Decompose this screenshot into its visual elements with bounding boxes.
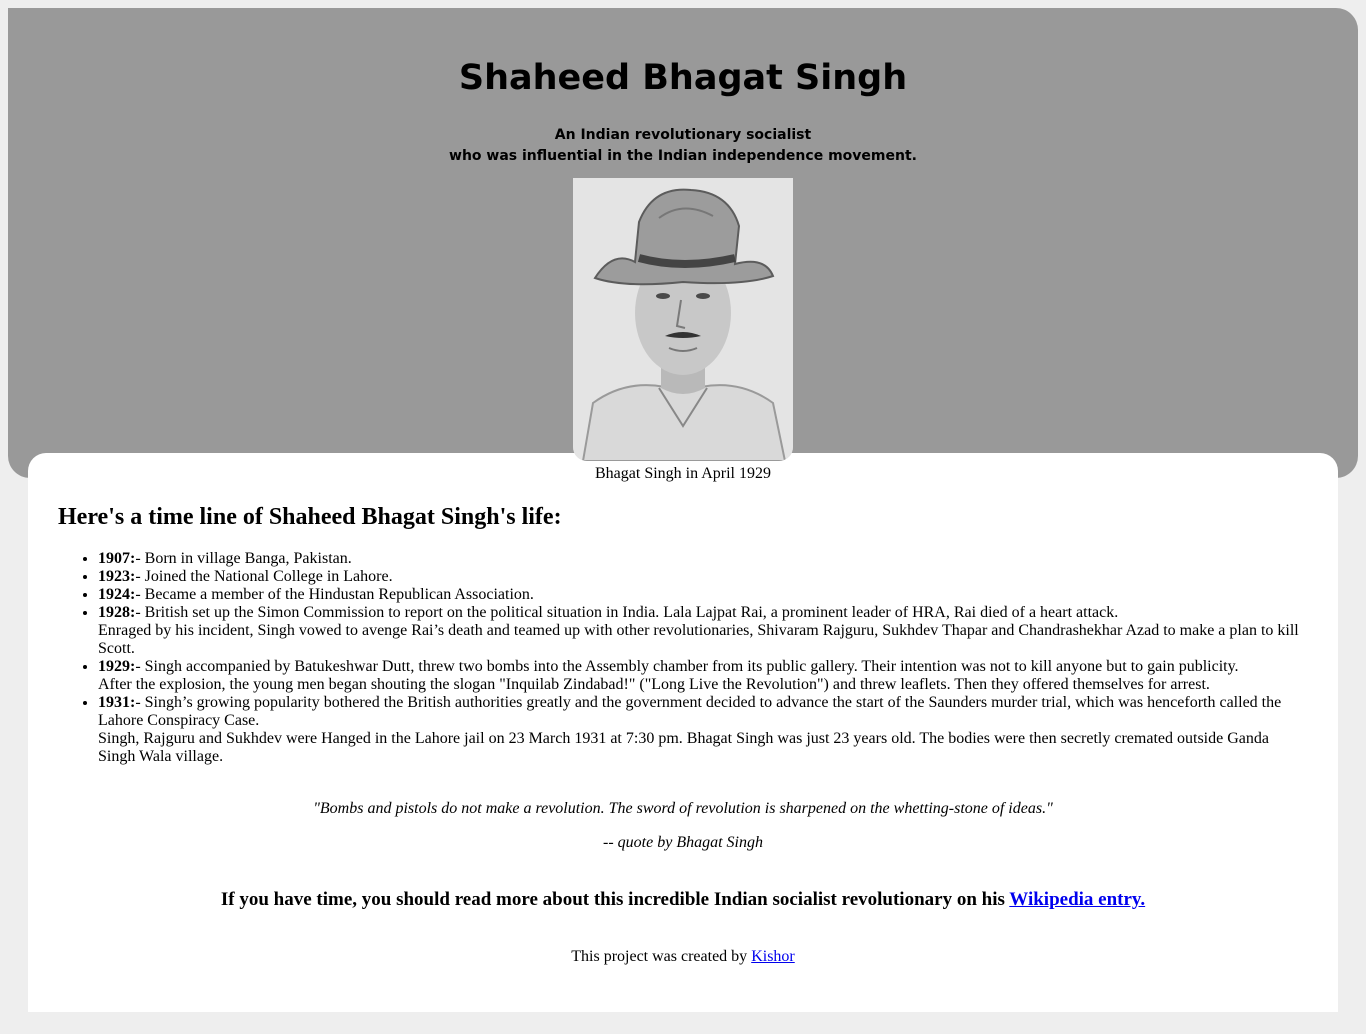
timeline-extra-text: Enraged by his incident, Singh vowed to … <box>98 622 1299 657</box>
quote-text: "Bombs and pistols do not make a revolut… <box>313 800 1053 817</box>
page-subtitle: An Indian revolutionary socialist who wa… <box>0 125 1366 167</box>
timeline-text: - Singh’s growing popularity bothered th… <box>98 694 1282 729</box>
subtitle-line-1: An Indian revolutionary socialist <box>554 127 812 143</box>
wikipedia-link[interactable]: Wikipedia entry. <box>1009 889 1145 910</box>
page-title: Shaheed Bhagat Singh <box>458 58 908 98</box>
read-more-text: If you have time, you should read more a… <box>220 889 1010 910</box>
timeline-text: - Became a member of the Hindustan Repub… <box>135 586 534 603</box>
timeline-year: 1907: <box>98 550 136 567</box>
timeline-item: 1907:- Born in village Banga, Pakistan. <box>98 550 1308 568</box>
footer-text: This project was created by <box>571 948 752 965</box>
timeline-text: - British set up the Simon Commission to… <box>135 604 1119 621</box>
footer-credit: This project was created by Kishor <box>0 948 1366 966</box>
portrait-image <box>573 178 793 461</box>
timeline-extra-text: Singh, Rajguru and Sukhdev were Hanged i… <box>98 730 1269 765</box>
timeline-item: 1929:- Singh accompanied by Batukeshwar … <box>98 658 1308 694</box>
timeline-item: 1923:- Joined the National College in La… <box>98 568 1308 586</box>
timeline-extra-text: After the explosion, the young men began… <box>98 676 1210 693</box>
quote-author: -- quote by Bhagat Singh <box>603 834 763 851</box>
timeline-year: 1924: <box>98 586 136 603</box>
timeline-year: 1931: <box>98 694 136 711</box>
timeline-heading: Here's a time line of Shaheed Bhagat Sin… <box>58 504 562 530</box>
timeline-item: 1931:- Singh’s growing popularity bother… <box>98 694 1308 766</box>
timeline-item: 1924:- Became a member of the Hindustan … <box>98 586 1308 604</box>
timeline-text: - Singh accompanied by Batukeshwar Dutt,… <box>135 658 1239 675</box>
author-link[interactable]: Kishor <box>751 948 795 965</box>
subtitle-line-2: who was influential in the Indian indepe… <box>449 148 917 164</box>
portrait-illustration <box>573 178 793 461</box>
timeline-text: - Born in village Banga, Pakistan. <box>135 550 352 567</box>
timeline-text: - Joined the National College in Lahore. <box>135 568 393 585</box>
image-caption: Bhagat Singh in April 1929 <box>595 465 771 482</box>
read-more-paragraph: If you have time, you should read more a… <box>0 889 1366 911</box>
timeline-year: 1923: <box>98 568 136 585</box>
timeline-year: 1928: <box>98 604 136 621</box>
timeline-item: 1928:- British set up the Simon Commissi… <box>98 604 1308 658</box>
timeline-list: 1907:- Born in village Banga, Pakistan.1… <box>98 550 1308 766</box>
timeline-year: 1929: <box>98 658 136 675</box>
